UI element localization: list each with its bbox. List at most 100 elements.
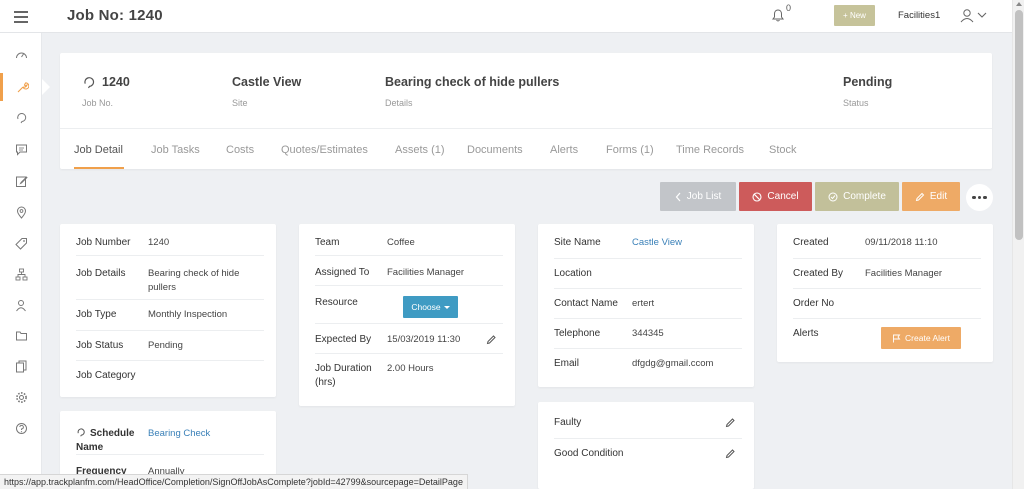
- details-field: Bearing check of hide pullers Details: [385, 75, 559, 108]
- sidebar-item-users[interactable]: [0, 291, 42, 319]
- more-options-button[interactable]: [966, 184, 993, 211]
- faulty-row: Faulty: [554, 402, 742, 439]
- job-list-label: Job List: [686, 191, 722, 202]
- created-by-value: Facilities Manager: [865, 268, 943, 279]
- sidebar-item-forms[interactable]: [0, 167, 42, 195]
- team-row: Team Coffee: [315, 224, 503, 256]
- duration-label: Job Duration (hrs): [315, 363, 372, 388]
- alerts-row: Alerts Create Alert: [793, 319, 981, 362]
- good-condition-row: Good Condition: [554, 439, 742, 489]
- complete-button[interactable]: Complete: [815, 182, 899, 211]
- location-row: Location: [554, 259, 742, 289]
- tab-time-records[interactable]: Time Records: [676, 144, 744, 156]
- more-dot-icon: [972, 195, 976, 200]
- sidebar-item-locations[interactable]: [0, 198, 42, 226]
- tab-quotes-estimates[interactable]: Quotes/Estimates: [281, 144, 368, 156]
- pencil-icon[interactable]: [486, 334, 497, 345]
- choose-label: Choose: [411, 302, 441, 312]
- assigned-to-row: Assigned To Facilities Manager: [315, 256, 503, 286]
- job-details-row: Job Details Bearing check of hide puller…: [76, 256, 264, 300]
- tab-alerts[interactable]: Alerts: [550, 144, 578, 156]
- created-by-label: Created By: [793, 268, 844, 279]
- site-name-link[interactable]: Castle View: [632, 236, 682, 250]
- site-field: Castle View Site: [232, 75, 301, 108]
- user-name[interactable]: Facilities1: [898, 10, 940, 21]
- user-icon[interactable]: [960, 8, 990, 24]
- chevron-left-icon: [675, 192, 681, 201]
- tab-job-tasks[interactable]: Job Tasks: [151, 144, 200, 156]
- sidebar-item-planned[interactable]: [0, 103, 42, 131]
- condition-card: Faulty Good Condition: [538, 402, 754, 489]
- schedule-name-row: Schedule Name Bearing Check: [76, 411, 264, 455]
- telephone-label: Telephone: [554, 328, 601, 339]
- assignment-card: Team Coffee Assigned To Facilities Manag…: [299, 224, 515, 406]
- tab-job-detail[interactable]: Job Detail: [74, 144, 123, 156]
- scroll-up-icon[interactable]: [1016, 2, 1022, 6]
- email-label: Email: [554, 358, 580, 369]
- faulty-label: Faulty: [554, 417, 582, 428]
- documents-icon: [15, 360, 26, 372]
- duration-row: Job Duration (hrs) 2.00 Hours: [315, 354, 503, 406]
- refresh-icon: [16, 112, 26, 123]
- team-label: Team: [315, 237, 340, 248]
- sidebar-item-settings[interactable]: [0, 383, 42, 411]
- row-label: Job Status: [76, 340, 124, 351]
- status-label: Status: [843, 98, 869, 108]
- sidebar-item-tags[interactable]: [0, 229, 42, 257]
- create-alert-label: Create Alert: [905, 333, 950, 343]
- pencil-icon[interactable]: [725, 448, 736, 459]
- cancel-button[interactable]: Cancel: [739, 182, 812, 211]
- dashboard-icon: [15, 52, 27, 58]
- schedule-name-label: Schedule Name: [76, 428, 135, 453]
- edit-label: Edit: [929, 191, 948, 202]
- sidebar-item-hierarchy[interactable]: [0, 260, 42, 288]
- caret-down-icon: [443, 305, 450, 309]
- schedule-name-link[interactable]: Bearing Check: [148, 427, 210, 441]
- pencil-icon[interactable]: [725, 417, 736, 428]
- tab-stock[interactable]: Stock: [769, 144, 797, 156]
- scroll-thumb[interactable]: [1015, 10, 1023, 240]
- sidebar-item-folders[interactable]: [0, 321, 42, 349]
- sidebar-item-dashboard[interactable]: [0, 41, 42, 69]
- tab-documents[interactable]: Documents: [467, 144, 523, 156]
- created-by-row: Created By Facilities Manager: [793, 259, 981, 289]
- create-alert-button[interactable]: Create Alert: [881, 327, 961, 349]
- folder-icon: [15, 331, 27, 340]
- wrench-icon: [17, 81, 29, 92]
- job-number-value: 1240: [102, 75, 130, 89]
- job-type-row: Job Type Monthly Inspection: [76, 300, 264, 331]
- sidebar-item-help[interactable]: [0, 414, 42, 442]
- complete-label: Complete: [843, 191, 886, 202]
- page-title: Job No: 1240: [67, 7, 163, 24]
- scrollbar[interactable]: [1012, 0, 1024, 489]
- status-field: Pending Status: [843, 75, 892, 108]
- details-label: Details: [385, 98, 413, 108]
- site-name-label: Site Name: [554, 237, 601, 248]
- row-label: Job Category: [76, 370, 136, 381]
- sidebar-item-jobs[interactable]: [0, 73, 50, 101]
- edit-button[interactable]: Edit: [902, 182, 960, 211]
- refresh-icon: [77, 428, 85, 437]
- job-number-label: Job No.: [82, 98, 114, 108]
- tab-forms[interactable]: Forms (1): [606, 144, 654, 156]
- help-icon: [15, 422, 27, 434]
- tab-costs[interactable]: Costs: [226, 144, 254, 156]
- sidebar-item-documents[interactable]: [0, 352, 42, 380]
- job-list-button[interactable]: Job List: [660, 182, 736, 211]
- map-pin-icon: [16, 206, 26, 219]
- contact-name-value: ertert: [632, 298, 655, 309]
- sidebar-item-messages[interactable]: [0, 135, 42, 163]
- alerts-label: Alerts: [793, 328, 819, 339]
- tab-assets[interactable]: Assets (1): [395, 144, 445, 156]
- menu-icon[interactable]: [14, 11, 28, 23]
- row-value: Pending: [148, 340, 183, 351]
- sidebar: [0, 33, 50, 489]
- site-name-row: Site Name Castle View: [554, 224, 742, 259]
- expected-by-row: Expected By 15/03/2019 11:30: [315, 324, 503, 354]
- new-button[interactable]: + New: [834, 5, 875, 26]
- resource-label: Resource: [315, 297, 358, 308]
- contact-name-row: Contact Name ertert: [554, 289, 742, 319]
- bell-icon[interactable]: [772, 9, 784, 22]
- choose-resource-button[interactable]: Choose: [403, 296, 458, 318]
- email-value: dfgdg@gmail.ccom: [632, 358, 714, 369]
